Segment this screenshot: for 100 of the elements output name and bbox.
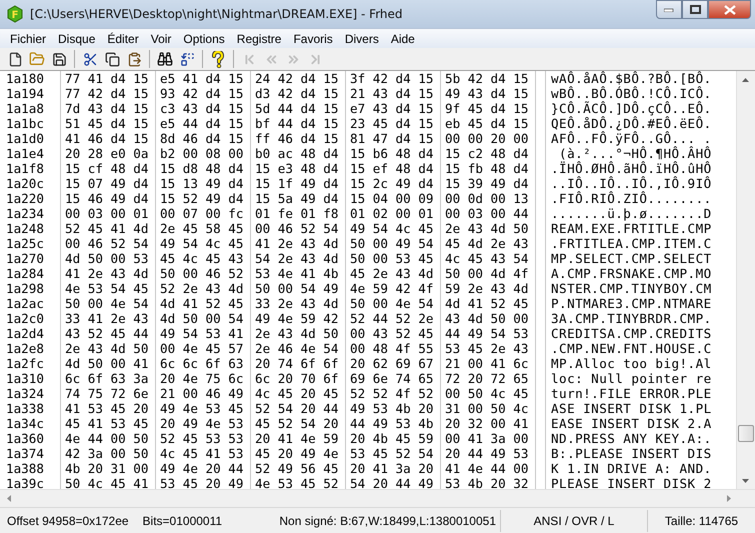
hex-cell: 00 46 52 54 <box>60 236 155 251</box>
hex-cell: 23 45 d4 15 <box>345 116 440 131</box>
hex-cell: b0 ac 48 d4 <box>250 146 345 161</box>
minimize-button[interactable] <box>656 0 682 19</box>
hex-cell: 00 46 52 54 <box>250 221 345 236</box>
hex-cell: 59 2e 43 4d <box>440 281 535 296</box>
menu-item[interactable]: Aide <box>384 32 421 46</box>
hex-cell: 20 44 49 53 <box>440 446 535 461</box>
hex-cell: 53 45 2e 43 <box>440 341 535 356</box>
hex-cell: 5d 44 d4 15 <box>250 101 345 116</box>
status-size: Taille: 114765 <box>664 514 740 528</box>
hex-cell: 52 44 52 2e <box>345 311 440 326</box>
offset-cell-text: 1a25c <box>5 236 45 251</box>
hex-cell: 00 41 3a 00 <box>440 431 535 446</box>
offset-cell-text: 1a220 <box>5 191 45 206</box>
menu-item[interactable]: Divers <box>338 32 385 46</box>
hex-cell: 50 00 54 49 <box>250 281 345 296</box>
offset-cell-text: 1a2ac <box>5 296 45 311</box>
hex-cell: 20 28 e0 0a <box>60 146 155 161</box>
hex-cell: 33 41 2e 43 <box>60 311 155 326</box>
question-mark-icon <box>211 50 225 68</box>
hex-cell: 52 52 4f 52 <box>345 386 440 401</box>
hex-cell: 50 00 46 52 <box>155 266 250 281</box>
hex-cell: 42 3a 00 50 <box>60 446 155 461</box>
hex-cell: 45 4c 45 43 <box>155 251 250 266</box>
hex-cell: 00 43 52 45 <box>345 326 440 341</box>
menu-item[interactable]: Registre <box>230 32 288 46</box>
hex-cell: 15 d8 48 d4 <box>155 161 250 176</box>
hex-cell: 74 75 72 6e <box>60 386 155 401</box>
hex-cell: 6c 6c 6f 63 <box>155 356 250 371</box>
hex-cell: 45 20 49 4e <box>250 446 345 461</box>
close-icon <box>724 4 736 14</box>
hex-cell: 21 43 d4 15 <box>345 86 440 101</box>
up-arrow-icon <box>742 78 749 82</box>
hex-cell: 50 00 49 54 <box>345 236 440 251</box>
hex-cell: 77 42 d4 15 <box>60 86 155 101</box>
offset-cell-text: 1a374 <box>5 446 45 461</box>
hex-cell: 20 74 6f 6f <box>250 356 345 371</box>
hex-cell: 15 46 49 d4 <box>60 191 155 206</box>
offset-cell-text: 1a310 <box>5 371 45 386</box>
hex-cell: 45 52 54 20 <box>250 416 345 431</box>
hex-cell: 15 fb 48 d4 <box>440 161 535 176</box>
hex-cell: 15 b6 48 d4 <box>345 146 440 161</box>
hex-cell: 01 fe 01 f8 <box>250 206 345 221</box>
hex-cell: 20 4e 75 6c <box>155 371 250 386</box>
hex-cell: 21 00 46 49 <box>155 386 250 401</box>
hex-cell: 52 45 41 4d <box>60 221 155 236</box>
offset-cell-text: 1a284 <box>5 266 45 281</box>
folder-icon <box>29 51 45 67</box>
hex-cell: 41 46 d4 15 <box>60 131 155 146</box>
hex-cell: 4c 45 41 53 <box>155 446 250 461</box>
menu-item[interactable]: Favoris <box>287 32 339 46</box>
hex-cell: 93 42 d4 15 <box>155 86 250 101</box>
hex-cell: 53 45 52 54 <box>345 446 440 461</box>
menu-item[interactable]: Disque <box>52 32 102 46</box>
offset-cell-text: 1a1d0 <box>5 131 45 146</box>
hex-cell: 8d 46 d4 15 <box>155 131 250 146</box>
hex-cell: 49 4e 20 44 <box>155 461 250 476</box>
hex-cell: 2e 43 4d 50 <box>440 221 535 236</box>
hex-cell: 52 49 56 45 <box>250 461 345 476</box>
hex-cell: 5b 42 d4 15 <box>440 71 535 86</box>
hex-cell: 15 52 49 d4 <box>155 191 250 206</box>
offset-cell-text: 1a39c <box>5 476 45 491</box>
hex-cell: 43 52 45 44 <box>60 326 155 341</box>
scrollbar-thumb[interactable] <box>738 424 754 442</box>
hex-cell: 45 4d 2e 43 <box>440 236 535 251</box>
menu-item[interactable]: Options <box>177 32 231 46</box>
hex-cell: 41 53 45 20 <box>60 401 155 416</box>
hex-cell: 69 6e 74 65 <box>345 371 440 386</box>
hex-cell: 7d 43 d4 15 <box>60 101 155 116</box>
hex-cell: 2e 43 4d 50 <box>250 326 345 341</box>
menu-item[interactable]: Voir <box>144 32 178 46</box>
hex-cell: 15 07 49 d4 <box>60 176 155 191</box>
hex-cell: 20 49 4e 53 <box>155 416 250 431</box>
hex-cell: 20 62 69 67 <box>345 356 440 371</box>
hex-cell: 9f 45 d4 15 <box>440 101 535 116</box>
hex-cell: 6c 20 70 6f <box>250 371 345 386</box>
menu-item[interactable]: Éditer <box>101 32 145 46</box>
hex-cell: b2 00 08 00 <box>155 146 250 161</box>
hex-cell: 4c 45 43 54 <box>440 251 535 266</box>
menu-item[interactable]: Fichier <box>4 32 52 46</box>
hex-cell: bf 44 d4 15 <box>250 116 345 131</box>
hex-cell: 4d 50 00 41 <box>60 356 155 371</box>
hex-cell: 52 45 53 53 <box>155 431 250 446</box>
offset-cell-text: 1a1a8 <box>5 101 45 116</box>
close-button[interactable] <box>708 0 751 19</box>
hex-cell: 00 0d 00 13 <box>440 191 535 206</box>
maximize-button[interactable] <box>682 0 708 19</box>
offset-cell-text: 1a180 <box>5 71 45 86</box>
offset-cell-text: 1a298 <box>5 281 45 296</box>
replace-icon <box>180 52 194 66</box>
offset-cell-text: 1a20c <box>5 176 45 191</box>
hex-cell: 33 2e 43 4d <box>250 296 345 311</box>
hex-cell: 81 47 d4 15 <box>345 131 440 146</box>
offset-cell-text: 1a2d4 <box>5 326 45 341</box>
hex-cell: e5 44 d4 15 <box>155 116 250 131</box>
hex-cell: 49 53 4b 20 <box>345 401 440 416</box>
offset-cell-text: 1a324 <box>5 386 45 401</box>
hex-cell: 44 49 54 53 <box>440 326 535 341</box>
hex-cell: 15 c2 48 d4 <box>440 146 535 161</box>
